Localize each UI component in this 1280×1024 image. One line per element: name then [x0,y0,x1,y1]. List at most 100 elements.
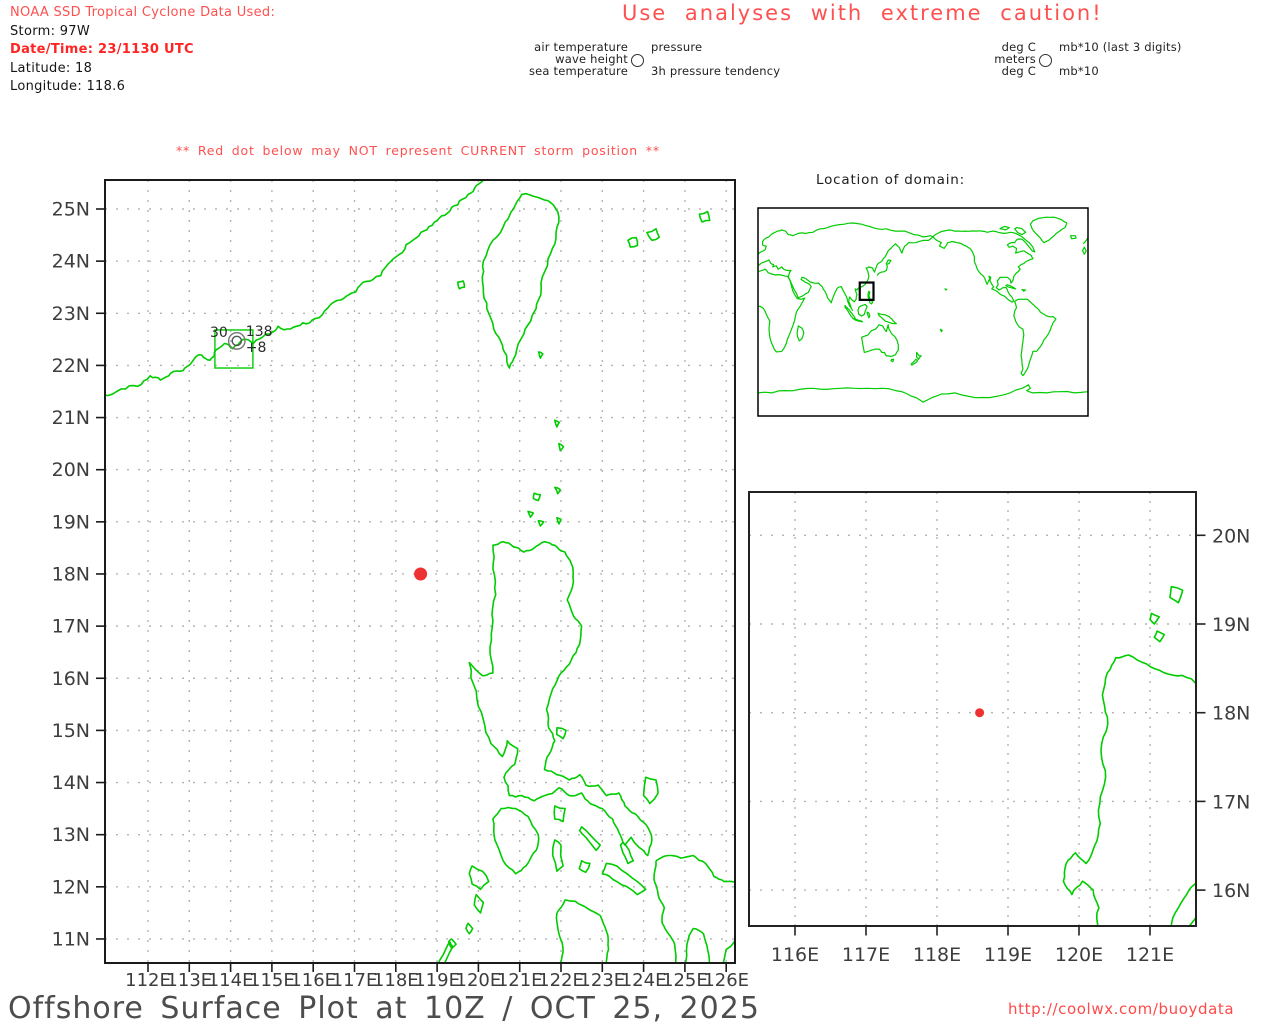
coastline [1062,654,1196,926]
coastline [642,776,659,805]
coastline [758,222,934,311]
source-url-link[interactable]: http://coolwx.com/buoydata [1008,1000,1234,1018]
map-plots-canvas: 25N 24N 23N 22N 21N 20N 19N 18N 17N 16N 15N 14N 13N 1… [52,179,1250,992]
station-air-temp: 30 [210,325,228,341]
coastline [944,288,948,291]
coastline [758,384,1088,403]
coastline [1029,216,1068,244]
lon-axis-label: 117E [842,944,890,966]
lon-axis-label: 115E [249,970,295,991]
lat-axis-label: 19N [1212,614,1250,636]
coastline [1021,288,1027,292]
lat-axis-label: 13N [52,824,90,846]
coastline [1169,585,1184,604]
main-map-axes: 25N 24N 23N 22N 21N 20N 19N 18N 17N 16N 15N 14N 13N 1… [52,199,749,992]
coastline [556,516,562,525]
coastline [537,520,545,527]
station-pressure: 138 [246,324,273,340]
lon-axis-label: 114E [208,970,254,991]
coastline [758,268,806,353]
coastline [492,806,540,875]
coastline [916,351,922,360]
coastline [551,839,564,872]
coastline [558,442,565,452]
coastline [932,229,1036,303]
coastline [939,328,943,333]
lon-axis-label: 122E [538,970,584,991]
coastline [910,358,919,366]
coastline [465,922,474,935]
coastline [601,862,647,896]
lon-axis-label: 116E [290,970,336,991]
coastline [796,325,805,342]
coastline [468,865,490,891]
domain-highlight-box [858,281,875,301]
lat-axis-label: 17N [1212,791,1250,813]
coastline [653,860,677,963]
lat-axis-label: 24N [52,251,90,273]
lat-axis-label: 18N [1212,703,1250,725]
storm-position-dot [414,567,428,581]
storm-position-dot [975,708,985,718]
coastline [857,303,868,317]
coastline [646,228,661,242]
world-inset-border [757,207,1089,417]
coastline [698,210,711,223]
lon-axis-label: 117E [332,970,378,991]
world-inset-area [758,216,1088,403]
coastline [1188,915,1196,926]
coastline [554,419,561,428]
lat-axis-label: 11N [52,928,90,950]
coastline [481,192,560,369]
zoom-map-area [749,492,1196,926]
lat-axis-label: 16N [1212,880,1250,902]
lon-axis-label: 119E [984,944,1032,966]
coastline [1149,612,1160,625]
lat-axis-label: 20N [1212,525,1250,547]
lat-axis-label: 21N [52,407,90,429]
lat-axis-label: 14N [52,772,90,794]
coastline [861,324,899,358]
surface-station-plot: 30 138+8 [210,324,273,356]
coastline [473,893,485,914]
lon-axis-label: 120E [1055,944,1103,966]
lon-axis-label: 125E [662,970,708,991]
coastline [999,225,1010,231]
coastline [553,805,566,823]
lat-axis-label: 12N [52,876,90,898]
plot-title: Offshore Surface Plot at 10Z / OCT 25, 2… [8,991,760,1024]
lat-axis-label: 16N [52,668,90,690]
zoom-inset-border [748,491,1197,927]
lat-axis-label: 15N [52,720,90,742]
coastline [1081,246,1087,255]
coastline [1013,298,1057,377]
coastline [578,860,591,873]
coastline [457,280,466,290]
coastline [655,854,735,883]
coastline [1153,630,1165,643]
lon-axis-label: 118E [373,970,419,991]
coastline [877,312,897,325]
lat-axis-label: 23N [52,303,90,325]
lon-axis-label: 126E [703,970,749,991]
lat-axis-label: 17N [52,616,90,638]
coastline [527,510,535,518]
lon-axis-label: 116E [771,944,819,966]
coastline [619,841,635,865]
lat-axis-label: 18N [52,563,90,585]
coastline [555,727,567,740]
coastline [578,826,601,852]
station-inner-circle [231,335,243,347]
coastline [1070,235,1077,240]
lon-axis-label: 118E [913,944,961,966]
coastline [556,899,610,963]
lon-axis-label: 120E [456,970,502,991]
lon-axis-label: 112E [125,970,171,991]
lon-axis-label: 119E [414,970,460,991]
lat-axis-label: 20N [52,459,90,481]
lon-axis-label: 113E [166,970,212,991]
coastline [890,358,895,363]
coastline [555,912,564,963]
lon-axis-label: 124E [621,970,667,991]
lat-axis-label: 25N [52,199,90,221]
